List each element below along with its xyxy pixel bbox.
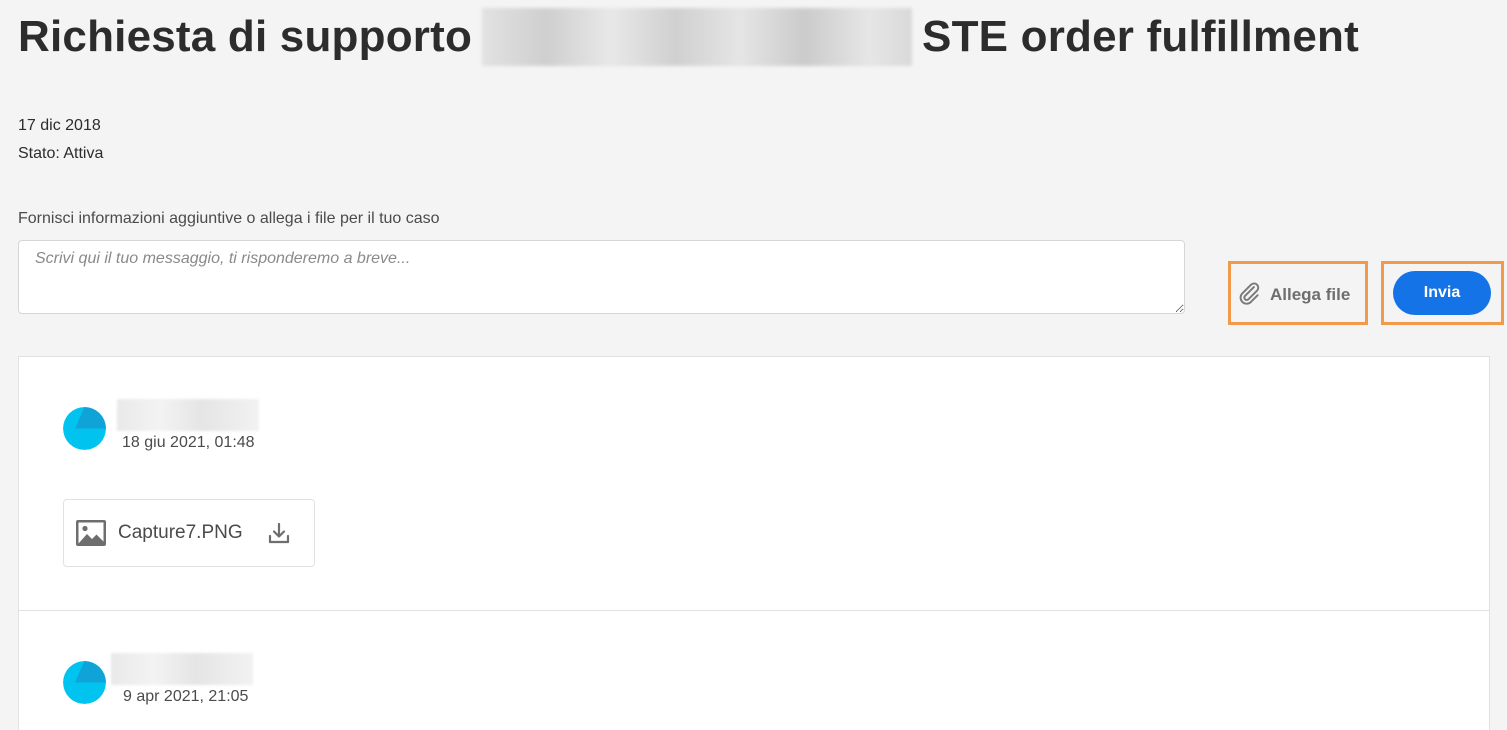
attachment-filename: Capture7.PNG [118, 522, 243, 543]
attach-file-label: Allega file [1270, 285, 1351, 304]
send-button[interactable]: Invia [1393, 271, 1491, 315]
support-case-page: Richiesta di supporto STE order fulfillm… [0, 0, 1507, 730]
title-prefix: Richiesta di supporto [18, 12, 473, 61]
avatar [63, 661, 106, 704]
message-input[interactable] [18, 240, 1185, 314]
message-divider [19, 610, 1489, 611]
redacted-case-id [482, 8, 913, 66]
image-icon [76, 520, 106, 546]
message-date: 9 apr 2021, 21:05 [123, 688, 249, 705]
page-title: Richiesta di supporto STE order fulfillm… [18, 8, 1359, 66]
case-date: 17 dic 2018 [18, 117, 101, 134]
redacted-author-name [111, 653, 253, 685]
redacted-author-name [117, 399, 259, 431]
message-thread: 18 giu 2021, 01:48 Capture7.PNG 9 apr 20… [18, 356, 1490, 730]
avatar [63, 407, 106, 450]
message-date: 18 giu 2021, 01:48 [122, 434, 255, 451]
download-icon[interactable] [267, 521, 291, 545]
attach-file-button[interactable]: Allega file [1236, 278, 1350, 312]
case-status: Stato: Attiva [18, 145, 104, 162]
case-meta: 17 dic 2018 Stato: Attiva [18, 112, 103, 168]
reply-instructions: Fornisci informazioni aggiuntive o alleg… [18, 210, 440, 227]
title-suffix: STE order fulfillment [922, 12, 1359, 61]
paperclip-icon [1236, 280, 1262, 311]
attachment-card[interactable]: Capture7.PNG [63, 499, 315, 567]
